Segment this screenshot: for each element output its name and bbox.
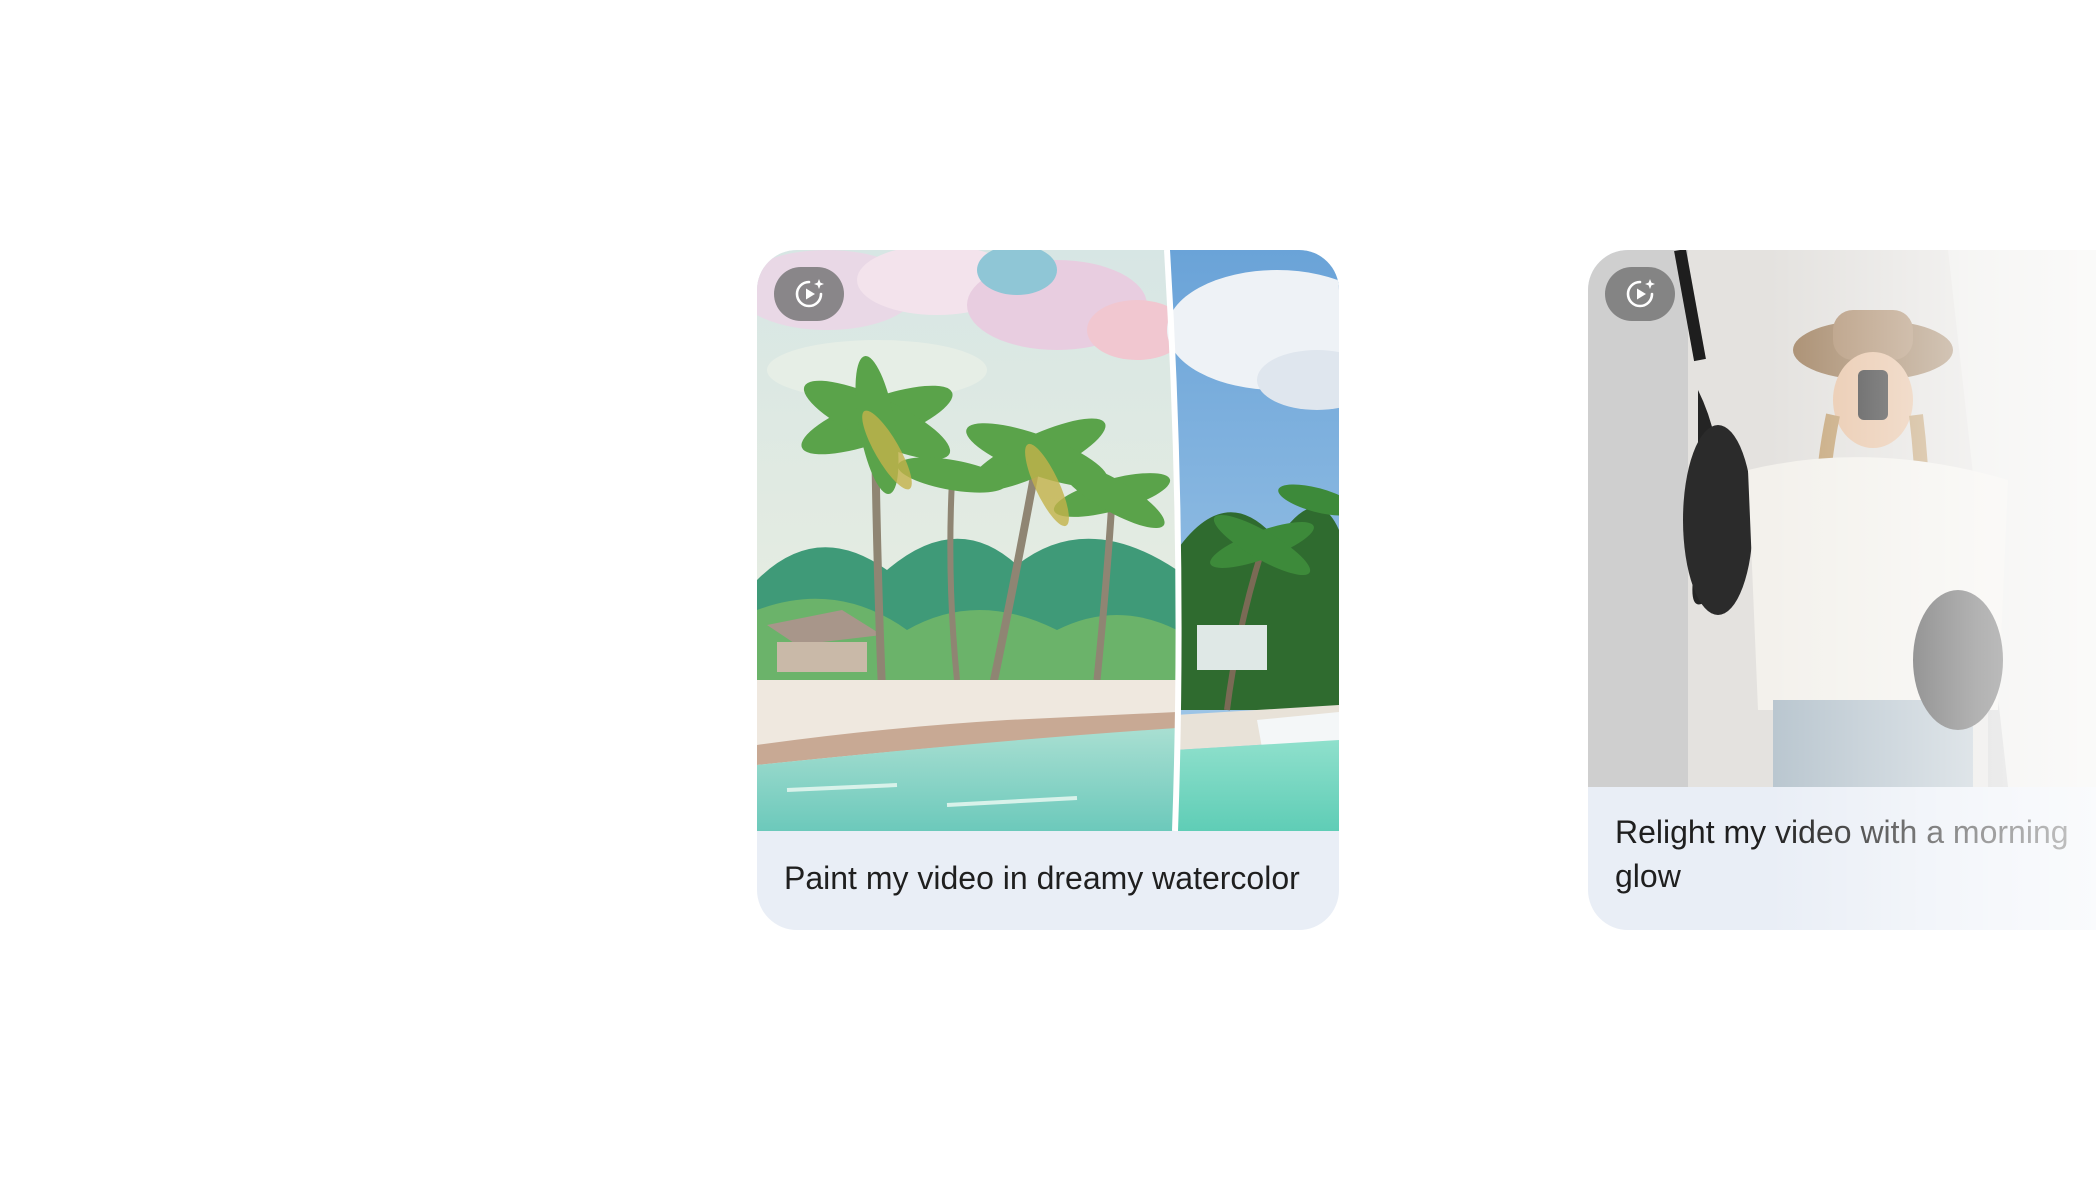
card-caption: Paint my video in dreamy watercolor [784, 860, 1300, 896]
card-preview-image [1588, 250, 2096, 787]
prompt-card-watercolor[interactable]: Paint my video in dreamy watercolor [757, 250, 1339, 930]
video-sparkle-badge[interactable] [774, 267, 844, 321]
prompt-card-relight[interactable]: Relight my video with a morning glow [1588, 250, 2096, 930]
video-sparkle-icon [795, 279, 824, 308]
video-sparkle-badge[interactable] [1605, 267, 1675, 321]
card-preview-image [757, 250, 1339, 831]
card-caption: Relight my video with a morning glow [1615, 814, 2069, 894]
video-sparkle-icon [1626, 279, 1655, 308]
